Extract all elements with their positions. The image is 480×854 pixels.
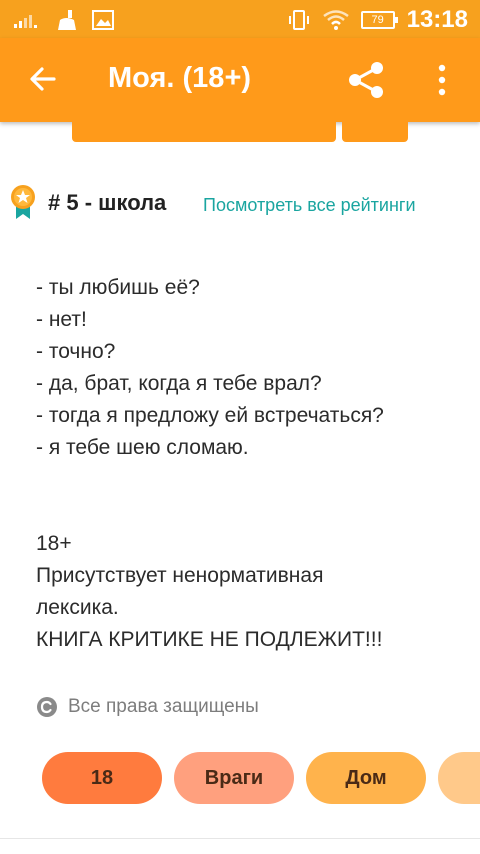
arrow-left-icon[interactable] xyxy=(26,62,60,96)
description-line: - тогда я предложу ей встречаться? xyxy=(36,404,384,427)
book-title: Моя. (18+) xyxy=(108,62,252,94)
divider xyxy=(0,838,480,839)
copyright-icon xyxy=(37,697,57,717)
tag-chip[interactable]: Дом xyxy=(306,752,426,804)
description-line: - я тебе шею сломаю. xyxy=(36,436,249,459)
description-line: КНИГА КРИТИКЕ НЕ ПОДЛЕЖИТ!!! xyxy=(36,628,383,651)
description-line: - да, брат, когда я тебе врал? xyxy=(36,372,322,395)
medal-icon xyxy=(11,185,35,219)
vibrate-icon xyxy=(288,10,309,30)
tags-row: 18 Враги Дом xyxy=(42,752,480,806)
description-line: лексика. xyxy=(36,596,119,619)
description-text: - ты любишь её? - нет! - точно? - да, бр… xyxy=(36,272,456,656)
tag-chip[interactable]: Враги xyxy=(174,752,294,804)
wifi-icon xyxy=(322,10,349,30)
status-time: 13:18 xyxy=(406,6,468,33)
signal-icon xyxy=(14,15,37,28)
battery-icon: 79 xyxy=(360,11,398,29)
share-icon[interactable] xyxy=(346,60,386,100)
description-line: Присутствует ненормативная xyxy=(36,564,324,587)
description-line: 18+ xyxy=(36,532,72,555)
description-line: - нет! xyxy=(36,308,87,331)
copyright-text: Все права защищены xyxy=(68,696,259,717)
description-line: - ты любишь её? xyxy=(36,276,200,299)
image-icon xyxy=(92,10,114,30)
read-button-partial[interactable] xyxy=(72,122,336,142)
app-bar: Моя. (18+) xyxy=(0,38,480,122)
description-line xyxy=(36,464,456,496)
description-line xyxy=(36,496,456,528)
rank-text: # 5 - школа xyxy=(48,190,167,215)
battery-level: 79 xyxy=(371,14,384,26)
cleaner-icon xyxy=(58,10,76,30)
status-bar: 79 13:18 xyxy=(0,0,480,38)
tag-chip[interactable] xyxy=(438,752,480,804)
copyright-row: Все права защищены xyxy=(36,694,259,720)
more-vert-icon[interactable] xyxy=(430,62,454,98)
tag-chip[interactable]: 18 xyxy=(42,752,162,804)
secondary-button-partial[interactable] xyxy=(342,122,408,142)
rating-row: # 5 - школа Посмотреть все рейтинги xyxy=(8,184,478,224)
view-all-ratings-link[interactable]: Посмотреть все рейтинги xyxy=(203,195,416,216)
status-right-icons: 79 13:18 xyxy=(287,6,468,34)
status-left-icons xyxy=(14,8,114,32)
description-line: - точно? xyxy=(36,340,116,363)
